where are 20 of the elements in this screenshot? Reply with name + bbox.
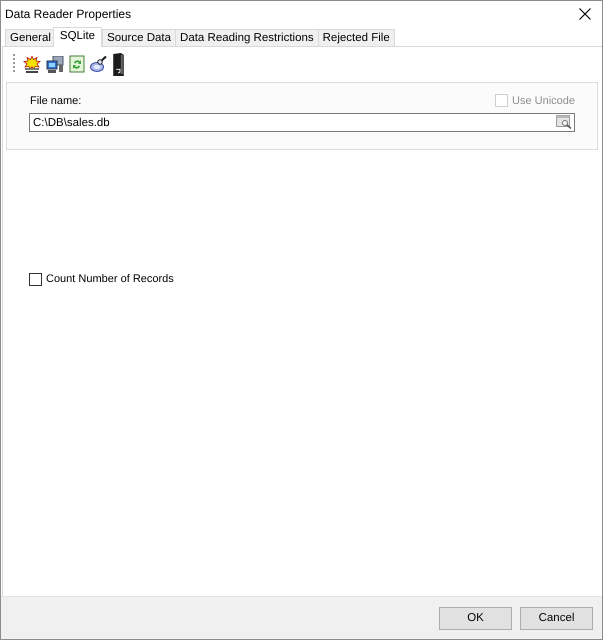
- window-title: Data Reader Properties: [5, 6, 132, 22]
- checkbox-label[interactable]: Count Number of Records: [46, 272, 174, 286]
- file-name-label: File name:: [30, 94, 82, 108]
- magnifier-icon: [90, 56, 108, 72]
- close-icon: [579, 8, 591, 20]
- computer-icon: [46, 56, 64, 72]
- toolbar-button[interactable]: [113, 52, 124, 76]
- tab[interactable]: Rejected File: [318, 29, 395, 46]
- ok-button[interactable]: OK: [439, 606, 512, 630]
- server-icon: [113, 52, 124, 76]
- refresh-document-icon: [69, 55, 85, 73]
- file-name-field[interactable]: C:\DB\sales.db: [29, 113, 575, 132]
- starburst-icon: [23, 56, 41, 72]
- tab[interactable]: Source Data: [102, 29, 176, 46]
- tab[interactable]: Data Reading Restrictions: [175, 29, 319, 46]
- cancel-button[interactable]: Cancel: [520, 606, 593, 630]
- window-magnifier-icon[interactable]: [556, 115, 572, 129]
- tab[interactable]: SQLite: [52, 27, 102, 47]
- checkbox[interactable]: [29, 272, 42, 286]
- tab[interactable]: General: [5, 29, 56, 46]
